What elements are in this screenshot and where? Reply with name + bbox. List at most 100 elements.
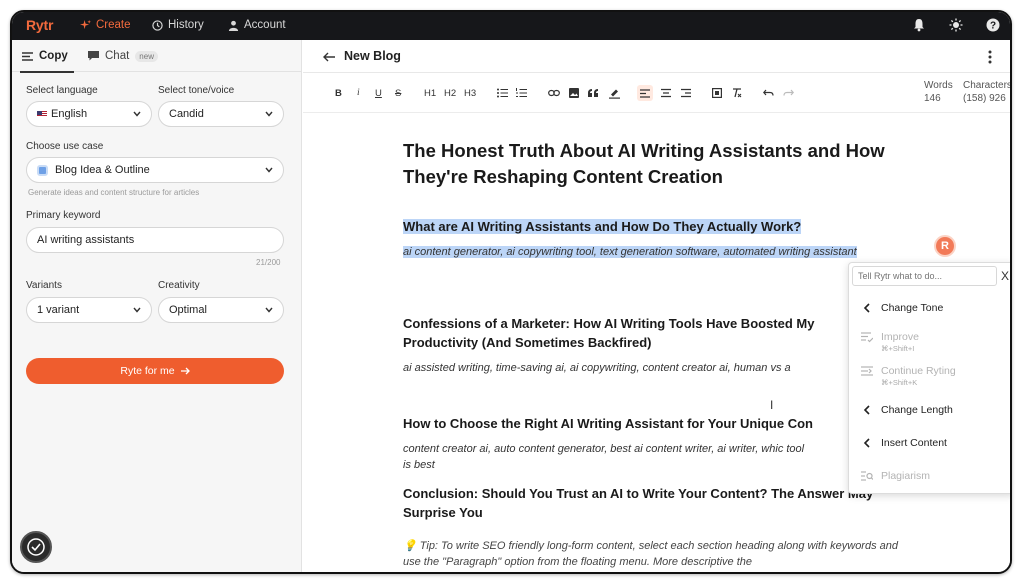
highlight-pen-icon[interactable] (609, 87, 620, 99)
redo-icon[interactable] (783, 87, 794, 99)
nav-account-label: Account (244, 19, 286, 31)
creativity-select[interactable]: Optimal (158, 297, 284, 323)
clock-icon (152, 19, 163, 31)
plagiarism-icon (861, 471, 873, 481)
italic-button[interactable]: i (357, 87, 360, 99)
help-icon[interactable]: ? (986, 18, 1000, 32)
chevron-down-icon (133, 111, 141, 117)
quote-icon[interactable] (588, 87, 598, 99)
menu-item-insert-content[interactable]: Insert Content (849, 429, 1010, 459)
tab-copy[interactable]: Copy (20, 50, 74, 73)
link-icon[interactable] (548, 87, 560, 99)
sparkle-icon (80, 19, 91, 29)
language-select[interactable]: English (26, 101, 152, 127)
tab-chat[interactable]: Chat new (88, 50, 158, 62)
chevron-down-icon (133, 307, 141, 313)
creativity-value: Optimal (169, 304, 207, 316)
rytr-command-input[interactable] (852, 266, 997, 286)
clear-format-icon[interactable] (732, 87, 742, 99)
language-label: Select language (26, 85, 98, 96)
chevron-left-icon (863, 303, 870, 313)
document-heading[interactable]: The Honest Truth About AI Writing Assist… (403, 138, 903, 190)
tone-select[interactable]: Candid (158, 101, 284, 127)
seo-tip: 💡 Tip: To write SEO friendly long-form c… (403, 540, 898, 568)
nav-create[interactable]: Create (80, 19, 131, 31)
close-menu-button[interactable]: X (1001, 269, 1009, 283)
document-editor[interactable]: The Honest Truth About AI Writing Assist… (303, 114, 1010, 572)
section-heading[interactable]: Confessions of a Marketer: How AI Writin… (403, 314, 848, 352)
tab-chat-label: Chat (105, 50, 130, 62)
chevron-left-icon (863, 405, 870, 415)
rytr-assistant-avatar[interactable]: R (934, 235, 956, 257)
menu-item-label: Continue Ryting (881, 365, 956, 377)
image-icon[interactable] (569, 87, 579, 99)
underline-button[interactable]: U (375, 87, 382, 99)
keyword-input[interactable]: AI writing assistants (26, 227, 284, 253)
section-heading[interactable]: What are AI Writing Assistants and How D… (403, 217, 883, 236)
top-nav-bar: Rytr Create History Account ? (12, 12, 1010, 40)
more-options-icon[interactable] (988, 50, 992, 64)
align-right-icon[interactable] (681, 87, 691, 99)
variants-select[interactable]: 1 variant (26, 297, 152, 323)
ryte-for-me-button[interactable]: Ryte for me (26, 358, 284, 384)
characters-value: (158) 926 (963, 93, 1006, 104)
arrow-right-icon (180, 367, 190, 375)
selected-heading-text: What are AI Writing Assistants and How D… (403, 219, 802, 234)
characters-label: Characters (963, 80, 1012, 91)
h2-button[interactable]: H2 (444, 87, 456, 99)
use-case-hint: Generate ideas and content structure for… (28, 188, 200, 197)
assistant-fab[interactable] (20, 531, 52, 563)
menu-item-label: Change Length (881, 404, 953, 416)
section-heading[interactable]: How to Choose the Right AI Writing Assis… (403, 414, 848, 433)
nav-history-label: History (168, 19, 204, 31)
embed-icon[interactable] (712, 87, 722, 99)
use-case-select[interactable]: Blog Idea & Outline (26, 157, 284, 183)
strikethrough-button[interactable]: S (395, 87, 401, 99)
logo[interactable]: Rytr (26, 17, 53, 33)
undo-icon[interactable] (763, 87, 774, 99)
menu-item-shortcut: ⌘+Shift+I (881, 344, 915, 353)
svg-text:?: ? (990, 21, 996, 32)
sun-icon[interactable] (949, 18, 963, 32)
checkmark-badge-icon (27, 538, 45, 556)
variants-label: Variants (26, 280, 62, 291)
variants-value: 1 variant (37, 304, 80, 316)
section-keywords[interactable]: content creator ai, auto content generat… (403, 441, 813, 473)
bold-button[interactable]: B (335, 87, 342, 99)
us-flag-icon (37, 110, 47, 118)
align-left-button[interactable] (637, 85, 653, 101)
character-count: Characters (158) 926 (963, 79, 1012, 105)
use-case-value: Blog Idea & Outline (55, 164, 150, 176)
improve-icon (861, 332, 873, 343)
ryte-button-label: Ryte for me (120, 365, 175, 377)
section-keywords[interactable]: ai assisted writing, time-saving ai, ai … (403, 360, 848, 376)
bullet-list-icon[interactable] (497, 87, 508, 99)
lines-icon (22, 51, 33, 61)
nav-history[interactable]: History (152, 19, 204, 31)
app-window: Rytr Create History Account ? Copy Chat (10, 10, 1012, 574)
numbered-list-icon[interactable] (516, 87, 527, 99)
selected-keywords-text: ai content generator, ai copywriting too… (403, 246, 857, 258)
chevron-left-icon (863, 438, 870, 448)
chevron-down-icon (265, 111, 273, 117)
h3-button[interactable]: H3 (464, 87, 476, 99)
menu-item-continue-ryting: Continue Ryting ⌘+Shift+K (849, 357, 1010, 387)
bell-icon[interactable] (912, 18, 926, 32)
document-title[interactable]: New Blog (344, 49, 401, 63)
section-heading[interactable]: Conclusion: Should You Trust an AI to Wr… (403, 484, 908, 522)
h1-button[interactable]: H1 (424, 87, 436, 99)
tone-value: Candid (169, 108, 204, 120)
align-center-icon[interactable] (661, 87, 671, 99)
floating-menu: X Change Tone Improve ⌘+Shift+I Continue… (848, 262, 1010, 494)
back-arrow-icon[interactable] (323, 52, 335, 62)
align-left-icon (640, 88, 650, 98)
sidebar-tabs: Copy Chat new (12, 40, 301, 73)
text-cursor: I (770, 398, 774, 412)
word-count: Words 146 (924, 79, 953, 105)
menu-item-change-length[interactable]: Change Length (849, 396, 1010, 426)
nav-account[interactable]: Account (228, 19, 286, 31)
keyword-counter: 21/200 (256, 258, 281, 267)
menu-item-change-tone[interactable]: Change Tone (849, 294, 1010, 324)
blog-idea-icon (37, 164, 48, 176)
section-keywords[interactable]: ai content generator, ai copywriting too… (403, 244, 888, 260)
